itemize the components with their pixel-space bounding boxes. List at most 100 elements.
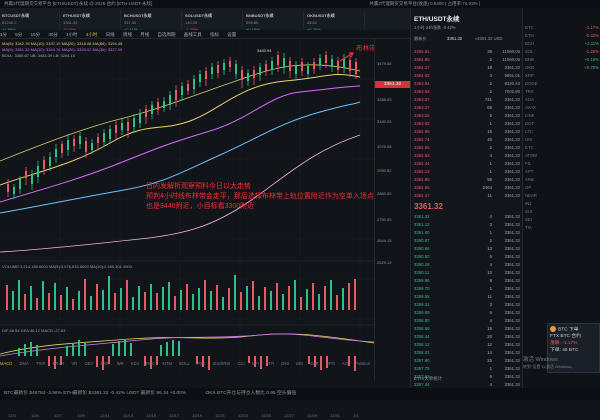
watchlist-item[interactable]: ADA: [525, 96, 599, 103]
indicator-tab[interactable]: CCI: [238, 361, 245, 366]
watchlist-item[interactable]: NEAR: [525, 192, 599, 199]
bid-row[interactable]: 3360.28 4 3361.32: [414, 261, 520, 268]
settings-button[interactable]: 设置: [227, 32, 236, 37]
indicators-button[interactable]: 指标: [210, 32, 219, 37]
bid-row[interactable]: 3361.12 2 3361.32: [414, 221, 520, 228]
watchlist-item[interactable]: ETH -0.42%: [525, 32, 599, 39]
indicator-tab[interactable]: Position: [355, 361, 370, 366]
bid-row[interactable]: 3360.50 6 3361.32: [414, 253, 520, 260]
watchlist-item[interactable]: LINK: [525, 112, 599, 119]
watchlist-item[interactable]: ARB: [525, 176, 599, 183]
indicator-tab[interactable]: BBI: [296, 361, 303, 366]
bid-row[interactable]: 3358.01 14 3361.32: [414, 349, 520, 356]
symbol-tab[interactable]: BNBUSDT永续598.80+0.18%: [244, 11, 304, 32]
symbol-tab[interactable]: BTCUSDT永续81240.2+1.86%: [0, 11, 60, 32]
bid-row[interactable]: 3361.32 4 3361.32: [414, 213, 520, 220]
watchlist-item[interactable]: SEI: [525, 216, 599, 223]
ask-row[interactable]: 3362.13 1 3361.32: [414, 168, 520, 175]
ask-row[interactable]: 3361.47 11 3361.32: [414, 192, 520, 199]
period-week[interactable]: 周线: [123, 32, 132, 37]
bid-row[interactable]: 3358.56 15 3361.32: [414, 325, 520, 332]
watchlist-item[interactable]: SUI: [525, 208, 599, 215]
period-4h[interactable]: 4小时: [86, 32, 98, 37]
watchlist-item[interactable]: LTC: [525, 128, 599, 135]
ask-row[interactable]: 3362.98 15 3361.32: [414, 128, 520, 135]
indicator-tab[interactable]: DMI: [281, 361, 289, 366]
watchlist-item[interactable]: UNI: [525, 136, 599, 143]
indicator-tab[interactable]: PSY: [197, 361, 205, 366]
watchlist-item[interactable]: OP: [525, 184, 599, 191]
watchlist-item[interactable]: BCH +2.11%: [525, 40, 599, 47]
ask-row[interactable]: 3364.17 18 3361.32: [414, 64, 520, 71]
indicator-tab[interactable]: WR: [117, 361, 124, 366]
watchlist-item[interactable]: SOL -1.25%: [525, 48, 599, 55]
indicator-tab[interactable]: ATR: [266, 361, 274, 366]
indicator-tab[interactable]: EMV: [100, 361, 109, 366]
indicator-tab[interactable]: KDJ: [131, 361, 139, 366]
kline-chart[interactable]: MA(5): 3342.76 MA(10): 3337.19 MA(20): 3…: [0, 39, 434, 418]
period-1h[interactable]: 1小时: [66, 32, 78, 37]
indicator-tab[interactable]: BRAR: [53, 361, 65, 366]
ask-row[interactable]: 3364.02 3 9891.01: [414, 72, 520, 79]
bid-row[interactable]: 3360.87 2 3361.32: [414, 237, 520, 244]
ask-row[interactable]: 3361.66 2464 3361.32: [414, 184, 520, 191]
bid-row[interactable]: 3360.66 13 3361.32: [414, 245, 520, 252]
indicator-tab[interactable]: MFI: [252, 361, 259, 366]
indicator-tab[interactable]: VR: [71, 361, 77, 366]
indicator-tab[interactable]: AO: [342, 361, 348, 366]
bid-row[interactable]: 3357.90 25 3361.32: [414, 357, 520, 364]
watchlist-item[interactable]: AVAX: [525, 104, 599, 111]
indicator-tab[interactable]: ROC: [146, 361, 155, 366]
watchlist-item[interactable]: TIA: [525, 224, 599, 231]
bid-row[interactable]: 3357.44 4 3361.32: [414, 381, 520, 388]
watchlist-item[interactable]: XRP: [525, 72, 599, 79]
indicator-tab[interactable]: MTM: [162, 361, 172, 366]
period-30m[interactable]: 30分: [48, 32, 58, 37]
custom-period[interactable]: 自选周期: [157, 32, 175, 37]
bid-row[interactable]: 3359.09 6 3361.32: [414, 309, 520, 316]
bid-row[interactable]: 3359.31 3 3361.32: [414, 301, 520, 308]
bid-row[interactable]: 3357.75 1 3361.32: [414, 365, 520, 372]
indicator-tab-macd[interactable]: MACD: [0, 361, 12, 366]
ask-row[interactable]: 3363.53 2 7002.80: [414, 88, 520, 95]
symbol-tab[interactable]: BCHUSDT永续357.40+2.11%: [122, 11, 182, 32]
symbol-tab[interactable]: SOLUSDT永续140.35-1.25%: [183, 11, 243, 32]
ask-row[interactable]: 3363.27 65 3361.32: [414, 104, 520, 111]
bid-row[interactable]: 3359.70 1 3361.32: [414, 285, 520, 292]
period-month[interactable]: 月线: [140, 32, 149, 37]
period-15m[interactable]: 15分: [31, 32, 41, 37]
period-day[interactable]: 日线: [106, 32, 115, 37]
watchlist-item[interactable]: INJ: [525, 200, 599, 207]
ask-row[interactable]: 3362.66 2 3361.32: [414, 144, 520, 151]
watchlist-item[interactable]: ETC: [525, 144, 599, 151]
bid-row[interactable]: 3360.11 10 3361.32: [414, 269, 520, 276]
watchlist-item[interactable]: ATOM: [525, 152, 599, 159]
period-1m[interactable]: 1分: [0, 32, 7, 37]
indicator-tab[interactable]: OBV: [84, 361, 93, 366]
symbol-tab[interactable]: OKBUSDT永续48.62+0.70%: [305, 11, 365, 32]
ask-row[interactable]: 3363.02 1 3361.32: [414, 120, 520, 127]
ask-row[interactable]: 3362.74 40 3361.32: [414, 136, 520, 143]
indicator-tab[interactable]: SAR: [310, 361, 319, 366]
period-5m[interactable]: 5分: [15, 32, 22, 37]
watchlist-item[interactable]: BNB +0.18%: [525, 56, 599, 63]
draw-tools[interactable]: 画线工具: [184, 32, 202, 37]
indicator-tab[interactable]: DPO: [326, 361, 335, 366]
bid-row[interactable]: 3361.00 1 3361.32: [414, 229, 520, 236]
ask-row[interactable]: 3365.51 39 11090.05: [414, 48, 520, 55]
ask-row[interactable]: 3364.80 2 11090.05: [414, 56, 520, 63]
bid-row[interactable]: 3358.12 12 3361.32: [414, 341, 520, 348]
indicator-tab[interactable]: BOLL: [179, 361, 190, 366]
ask-row[interactable]: 3362.44 1 3361.32: [414, 160, 520, 167]
ask-row[interactable]: 3363.15 5 3361.32: [414, 112, 520, 119]
watchlist-item[interactable]: APT: [525, 168, 599, 175]
watchlist-item[interactable]: BTC -1.17%: [525, 24, 599, 31]
watchlist-item[interactable]: FIL: [525, 160, 599, 167]
indicator-tab[interactable]: DMA: [20, 361, 29, 366]
ask-row[interactable]: 3363.37 741 3361.32: [414, 96, 520, 103]
ask-row[interactable]: 3362.52 4 3361.32: [414, 152, 520, 159]
indicator-tab[interactable]: TRIX: [36, 361, 46, 366]
symbol-tab[interactable]: ETHUSDT永续3361.32-0.42%: [61, 11, 121, 32]
bid-row[interactable]: 3359.55 11 3361.32: [414, 293, 520, 300]
indicator-tab[interactable]: StochRSI: [213, 361, 231, 366]
